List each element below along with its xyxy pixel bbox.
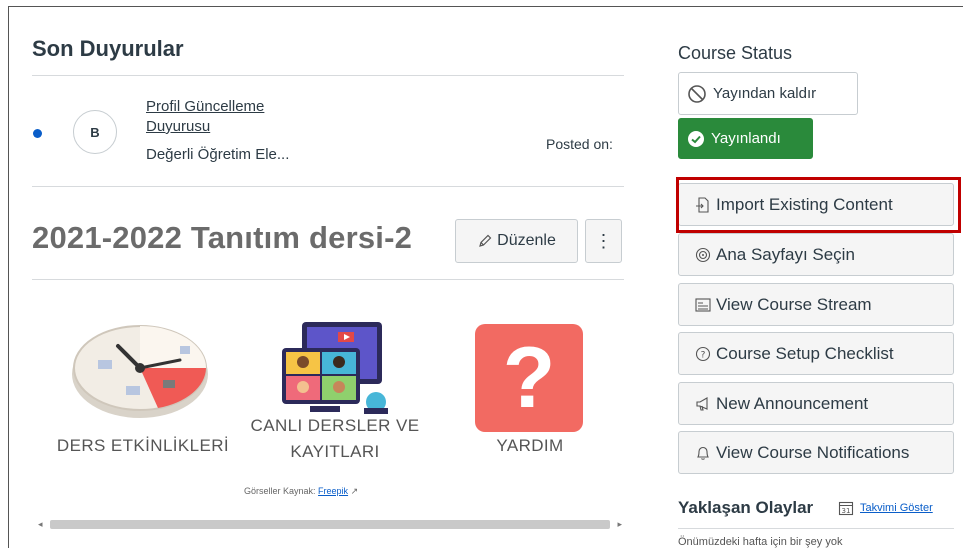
- course-status-label: Course Status: [678, 43, 793, 63]
- more-options-button[interactable]: ⋮: [585, 219, 622, 263]
- svg-text:31: 31: [842, 507, 851, 515]
- tile-yardim[interactable]: ? YARDIM: [450, 322, 610, 462]
- clock-icon: [68, 320, 213, 420]
- tile-ders-etkinlikleri[interactable]: DERS ETKİNLİKLERİ: [48, 320, 238, 460]
- help-circle-icon: ?: [695, 346, 711, 362]
- kebab-icon: ⋮: [594, 230, 613, 251]
- new-announcement-button[interactable]: New Announcement: [678, 382, 954, 425]
- avatar[interactable]: B: [73, 110, 117, 154]
- stream-icon: [695, 297, 711, 313]
- image-source: Görseller Kaynak: Freepik ↗: [244, 486, 359, 496]
- edit-button[interactable]: Düzenle: [455, 219, 578, 263]
- target-icon: [695, 247, 711, 263]
- published-label: Yayınlandı: [711, 130, 781, 147]
- upcoming-events-heading: Yaklaşan Olaylar: [678, 498, 814, 517]
- posted-on-label: Posted on:: [546, 136, 613, 152]
- published-button[interactable]: Yayınlandı: [678, 118, 813, 159]
- announcements-heading: Son Duyurular: [32, 36, 184, 61]
- divider: [678, 528, 954, 529]
- bell-icon: [695, 445, 711, 461]
- scrollbar-thumb[interactable]: [50, 520, 610, 529]
- unpublish-button[interactable]: Yayından kaldır: [678, 72, 858, 115]
- divider: [32, 75, 624, 76]
- button-label: Course Setup Checklist: [716, 343, 894, 363]
- button-label: View Course Notifications: [716, 442, 910, 462]
- divider: [32, 186, 624, 187]
- tile-canli-dersler[interactable]: CANLI DERSLER VE KAYITLARI: [240, 316, 430, 466]
- unpublish-label: Yayından kaldır: [713, 85, 817, 102]
- pencil-icon: [477, 233, 493, 249]
- external-link-icon: ↗: [350, 486, 359, 496]
- check-circle-icon: [687, 130, 705, 148]
- tile-label: DERS ETKİNLİKLERİ: [56, 436, 230, 455]
- edit-label: Düzenle: [497, 232, 556, 249]
- button-label: Ana Sayfayı Seçin: [716, 244, 855, 264]
- unread-dot: [33, 129, 42, 138]
- course-title: 2021-2022 Tanıtım dersi-2: [32, 220, 413, 255]
- tile-label: CANLI DERSLER VE: [250, 416, 420, 435]
- calendar-link-label: Takvimi Göster: [860, 502, 933, 514]
- megaphone-icon: [695, 396, 711, 412]
- scroll-right-arrow[interactable]: ▸: [617, 517, 622, 531]
- highlight-box: [676, 177, 961, 233]
- divider: [32, 279, 624, 280]
- svg-text:?: ?: [701, 350, 706, 360]
- scroll-left-arrow[interactable]: ◂: [38, 517, 43, 531]
- button-label: New Announcement: [716, 393, 869, 413]
- course-setup-checklist-button[interactable]: ? Course Setup Checklist: [678, 332, 954, 375]
- ban-icon: [687, 84, 707, 104]
- horizontal-scrollbar[interactable]: ◂ ▸: [36, 517, 624, 531]
- view-course-stream-button[interactable]: View Course Stream: [678, 283, 954, 326]
- tile-label: YARDIM: [496, 436, 564, 455]
- announcement-title-link[interactable]: Profil Güncelleme Duyurusu: [146, 97, 316, 137]
- show-calendar-link[interactable]: 31 Takvimi Göster: [838, 500, 933, 516]
- video-conference-icon: [280, 320, 390, 416]
- no-upcoming-events-text: Önümüzdeki hafta için bir şey yok: [678, 536, 843, 548]
- choose-home-page-button[interactable]: Ana Sayfayı Seçin: [678, 233, 954, 276]
- announcement-excerpt: Değerli Öğretim Ele...: [146, 146, 290, 163]
- question-icon: ?: [475, 324, 583, 432]
- button-label: View Course Stream: [716, 294, 872, 314]
- tile-label: KAYITLARI: [290, 442, 380, 461]
- view-course-notifications-button[interactable]: View Course Notifications: [678, 431, 954, 474]
- calendar-icon: 31: [838, 500, 854, 516]
- freepik-link[interactable]: Freepik: [318, 486, 348, 496]
